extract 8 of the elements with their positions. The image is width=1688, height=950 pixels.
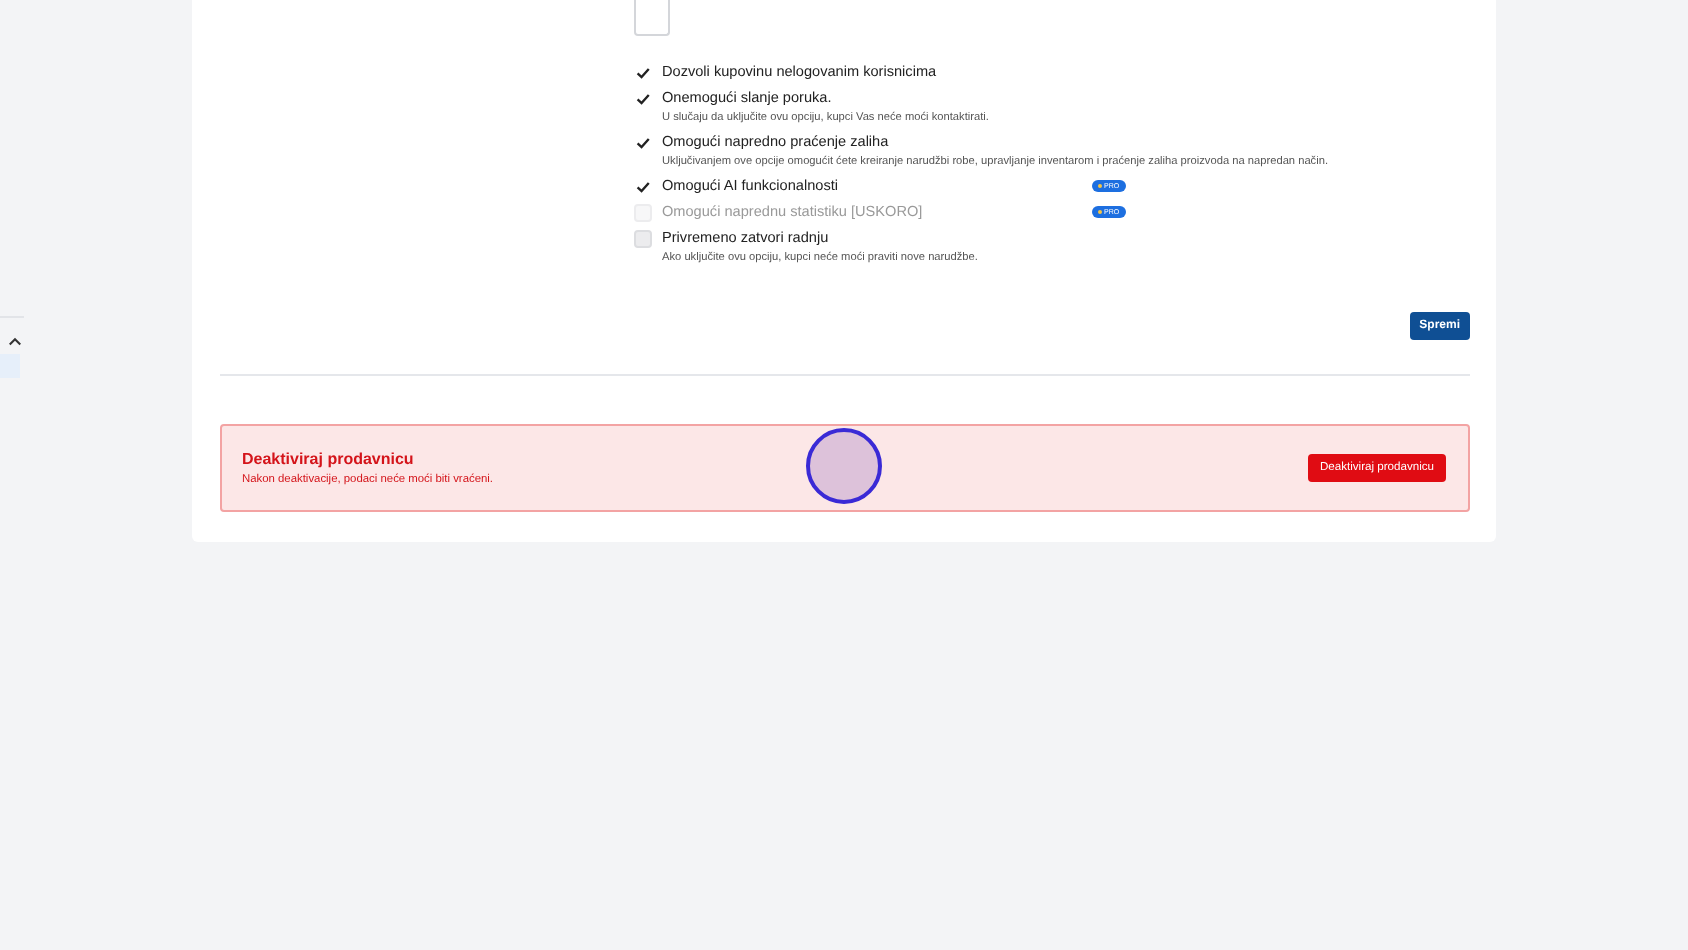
danger-zone-title: Deaktiviraj prodavnicu	[242, 450, 416, 468]
checkbox[interactable]	[634, 134, 652, 152]
click-indicator	[806, 428, 882, 504]
chevron-up-icon[interactable]	[8, 336, 22, 346]
checkbox[interactable]	[634, 90, 652, 108]
checkbox[interactable]	[634, 178, 652, 196]
checkbox[interactable]	[634, 64, 652, 82]
checkbox[interactable]	[634, 230, 652, 248]
